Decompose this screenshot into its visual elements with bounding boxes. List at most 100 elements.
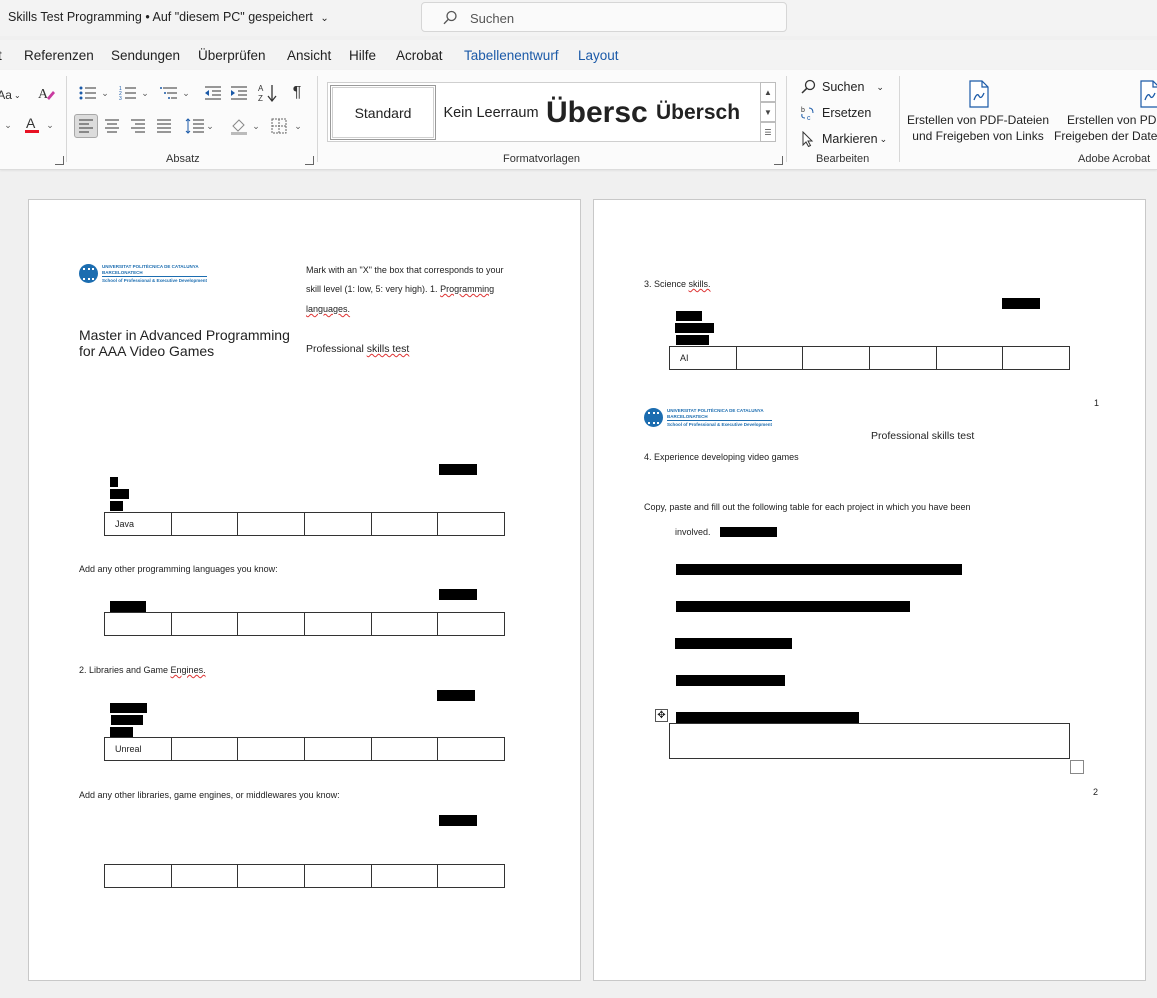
- table-cell[interactable]: [870, 347, 937, 369]
- table-cell[interactable]: [372, 738, 438, 760]
- table-cell[interactable]: [305, 865, 372, 887]
- table-cell[interactable]: [305, 738, 372, 760]
- align-right-button[interactable]: [126, 115, 150, 137]
- replace-button[interactable]: bc Ersetzen: [800, 105, 871, 121]
- find-button[interactable]: Suchen ⌄: [800, 79, 884, 95]
- style-ueberschrift-1[interactable]: Übersc: [546, 85, 650, 140]
- table-cell[interactable]: [1003, 347, 1069, 369]
- document-page-2[interactable]: 3. Science skills. AI 1 UNIVERSITAT POLI…: [593, 199, 1146, 981]
- create-pdf-share-links-button[interactable]: Erstellen von PDF-Dateien und Freigeben …: [906, 80, 1050, 144]
- tab-layout[interactable]: Layout: [578, 48, 619, 63]
- shading-dropdown[interactable]: ⌄: [251, 115, 261, 137]
- document-title[interactable]: Skills Test Programming • Auf "diesem PC…: [8, 10, 329, 24]
- table-cell[interactable]: [438, 865, 504, 887]
- search-box[interactable]: Suchen: [421, 2, 787, 32]
- table-cell[interactable]: [438, 738, 504, 760]
- redacted-block: [110, 601, 146, 612]
- tab-hilfe[interactable]: Hilfe: [349, 48, 376, 63]
- align-center-button[interactable]: [100, 115, 124, 137]
- table-cell[interactable]: [238, 738, 305, 760]
- table-cell[interactable]: [438, 513, 504, 535]
- line-spacing-button[interactable]: [183, 115, 207, 137]
- show-formatting-marks-button[interactable]: ¶: [285, 82, 309, 104]
- bullets-dropdown[interactable]: ⌄: [100, 82, 110, 104]
- table-cell[interactable]: [372, 513, 438, 535]
- table-resize-handle[interactable]: [1070, 760, 1084, 774]
- justify-button[interactable]: [152, 115, 176, 137]
- select-button[interactable]: Markieren ⌄: [800, 131, 887, 147]
- multilevel-dropdown[interactable]: ⌄: [181, 82, 191, 104]
- section-2-heading: 2. Libraries and Game Engines.: [79, 665, 206, 675]
- redacted-block: [110, 477, 118, 487]
- table-cell[interactable]: [937, 347, 1003, 369]
- tab-ansicht[interactable]: Ansicht: [287, 48, 331, 63]
- tab-sendungen[interactable]: Sendungen: [111, 48, 180, 63]
- table-cell[interactable]: AI: [670, 347, 737, 369]
- table-cell[interactable]: [438, 613, 504, 635]
- svg-text:A: A: [258, 84, 264, 93]
- borders-dropdown[interactable]: ⌄: [293, 115, 303, 137]
- table-cell[interactable]: [172, 513, 238, 535]
- tab-ueberpruefen[interactable]: Überprüfen: [198, 48, 266, 63]
- table-cell[interactable]: Java: [105, 513, 172, 535]
- table-cell[interactable]: [238, 513, 305, 535]
- upc-logo: UNIVERSITAT POLITÈCNICA DE CATALUNYA BAR…: [79, 264, 208, 284]
- table-cell[interactable]: [238, 865, 305, 887]
- section-4-heading: 4. Experience developing video games: [644, 452, 799, 462]
- align-left-button[interactable]: [74, 114, 98, 138]
- table-cell[interactable]: [737, 347, 803, 369]
- bullets-button[interactable]: [76, 82, 100, 104]
- font-dialog-launcher[interactable]: [55, 156, 64, 165]
- gallery-expand-button[interactable]: ☰: [760, 122, 776, 142]
- font-color-dropdown[interactable]: ⌄: [45, 114, 55, 136]
- tab-referenzen[interactable]: Referenzen: [24, 48, 94, 63]
- project-table[interactable]: [669, 723, 1070, 759]
- table-cell[interactable]: [105, 865, 172, 887]
- paragraph-dialog-launcher[interactable]: [305, 156, 314, 165]
- table-cell[interactable]: [305, 613, 372, 635]
- table-cell[interactable]: [105, 613, 172, 635]
- table-cell[interactable]: [172, 865, 238, 887]
- highlight-dropdown[interactable]: ⌄: [3, 114, 13, 136]
- find-dropdown[interactable]: ⌄: [876, 82, 884, 93]
- redacted-block: [439, 589, 477, 600]
- table-cell[interactable]: [172, 613, 238, 635]
- tab-acrobat[interactable]: Acrobat: [396, 48, 443, 63]
- numbering-button[interactable]: 1 2 3: [116, 82, 140, 104]
- chevron-down-icon[interactable]: ⌄: [320, 13, 328, 24]
- increase-indent-button[interactable]: [227, 82, 251, 104]
- shading-button[interactable]: [227, 115, 251, 137]
- table-cell[interactable]: Unreal: [105, 738, 172, 760]
- borders-icon: [271, 118, 287, 134]
- clear-formatting-button[interactable]: A: [34, 82, 58, 104]
- table-cell[interactable]: [172, 738, 238, 760]
- style-ueberschrift-2[interactable]: Übersch: [656, 85, 754, 140]
- change-case-button[interactable]: Aa ⌄: [0, 84, 22, 106]
- table-cell[interactable]: [372, 613, 438, 635]
- tab-einfuegen-partial[interactable]: t: [0, 48, 2, 63]
- table-cell[interactable]: [372, 865, 438, 887]
- decrease-indent-button[interactable]: [201, 82, 225, 104]
- font-color-button[interactable]: A: [20, 114, 44, 136]
- table-move-handle-icon[interactable]: ✥: [655, 709, 668, 722]
- scroll-down-button[interactable]: ▼: [760, 102, 776, 122]
- pdf-link-icon: [969, 80, 989, 108]
- document-page-1[interactable]: UNIVERSITAT POLITÈCNICA DE CATALUNYA BAR…: [28, 199, 581, 981]
- style-standard[interactable]: Standard: [330, 85, 436, 140]
- numbering-dropdown[interactable]: ⌄: [140, 82, 150, 104]
- style-kein-leerraum[interactable]: Kein Leerraum: [438, 85, 544, 140]
- line-spacing-dropdown[interactable]: ⌄: [205, 115, 215, 137]
- table-cell[interactable]: [803, 347, 870, 369]
- tab-tabellenentwurf[interactable]: Tabellenentwurf: [464, 48, 559, 63]
- sort-button[interactable]: AZ: [256, 82, 280, 104]
- borders-button[interactable]: [267, 115, 291, 137]
- scroll-up-button[interactable]: ▲: [760, 82, 776, 102]
- multilevel-list-button[interactable]: [157, 82, 181, 104]
- table-cell[interactable]: [238, 613, 305, 635]
- select-dropdown[interactable]: ⌄: [880, 134, 888, 145]
- table-cell[interactable]: [305, 513, 372, 535]
- create-pdf-share-file-button[interactable]: Erstellen von PDF Freigeben der Datei: [1050, 80, 1157, 144]
- instruction-line-1: Mark with an "X" the box that correspond…: [306, 265, 504, 275]
- cursor-arrow-icon: [802, 131, 814, 147]
- styles-dialog-launcher[interactable]: [774, 156, 783, 165]
